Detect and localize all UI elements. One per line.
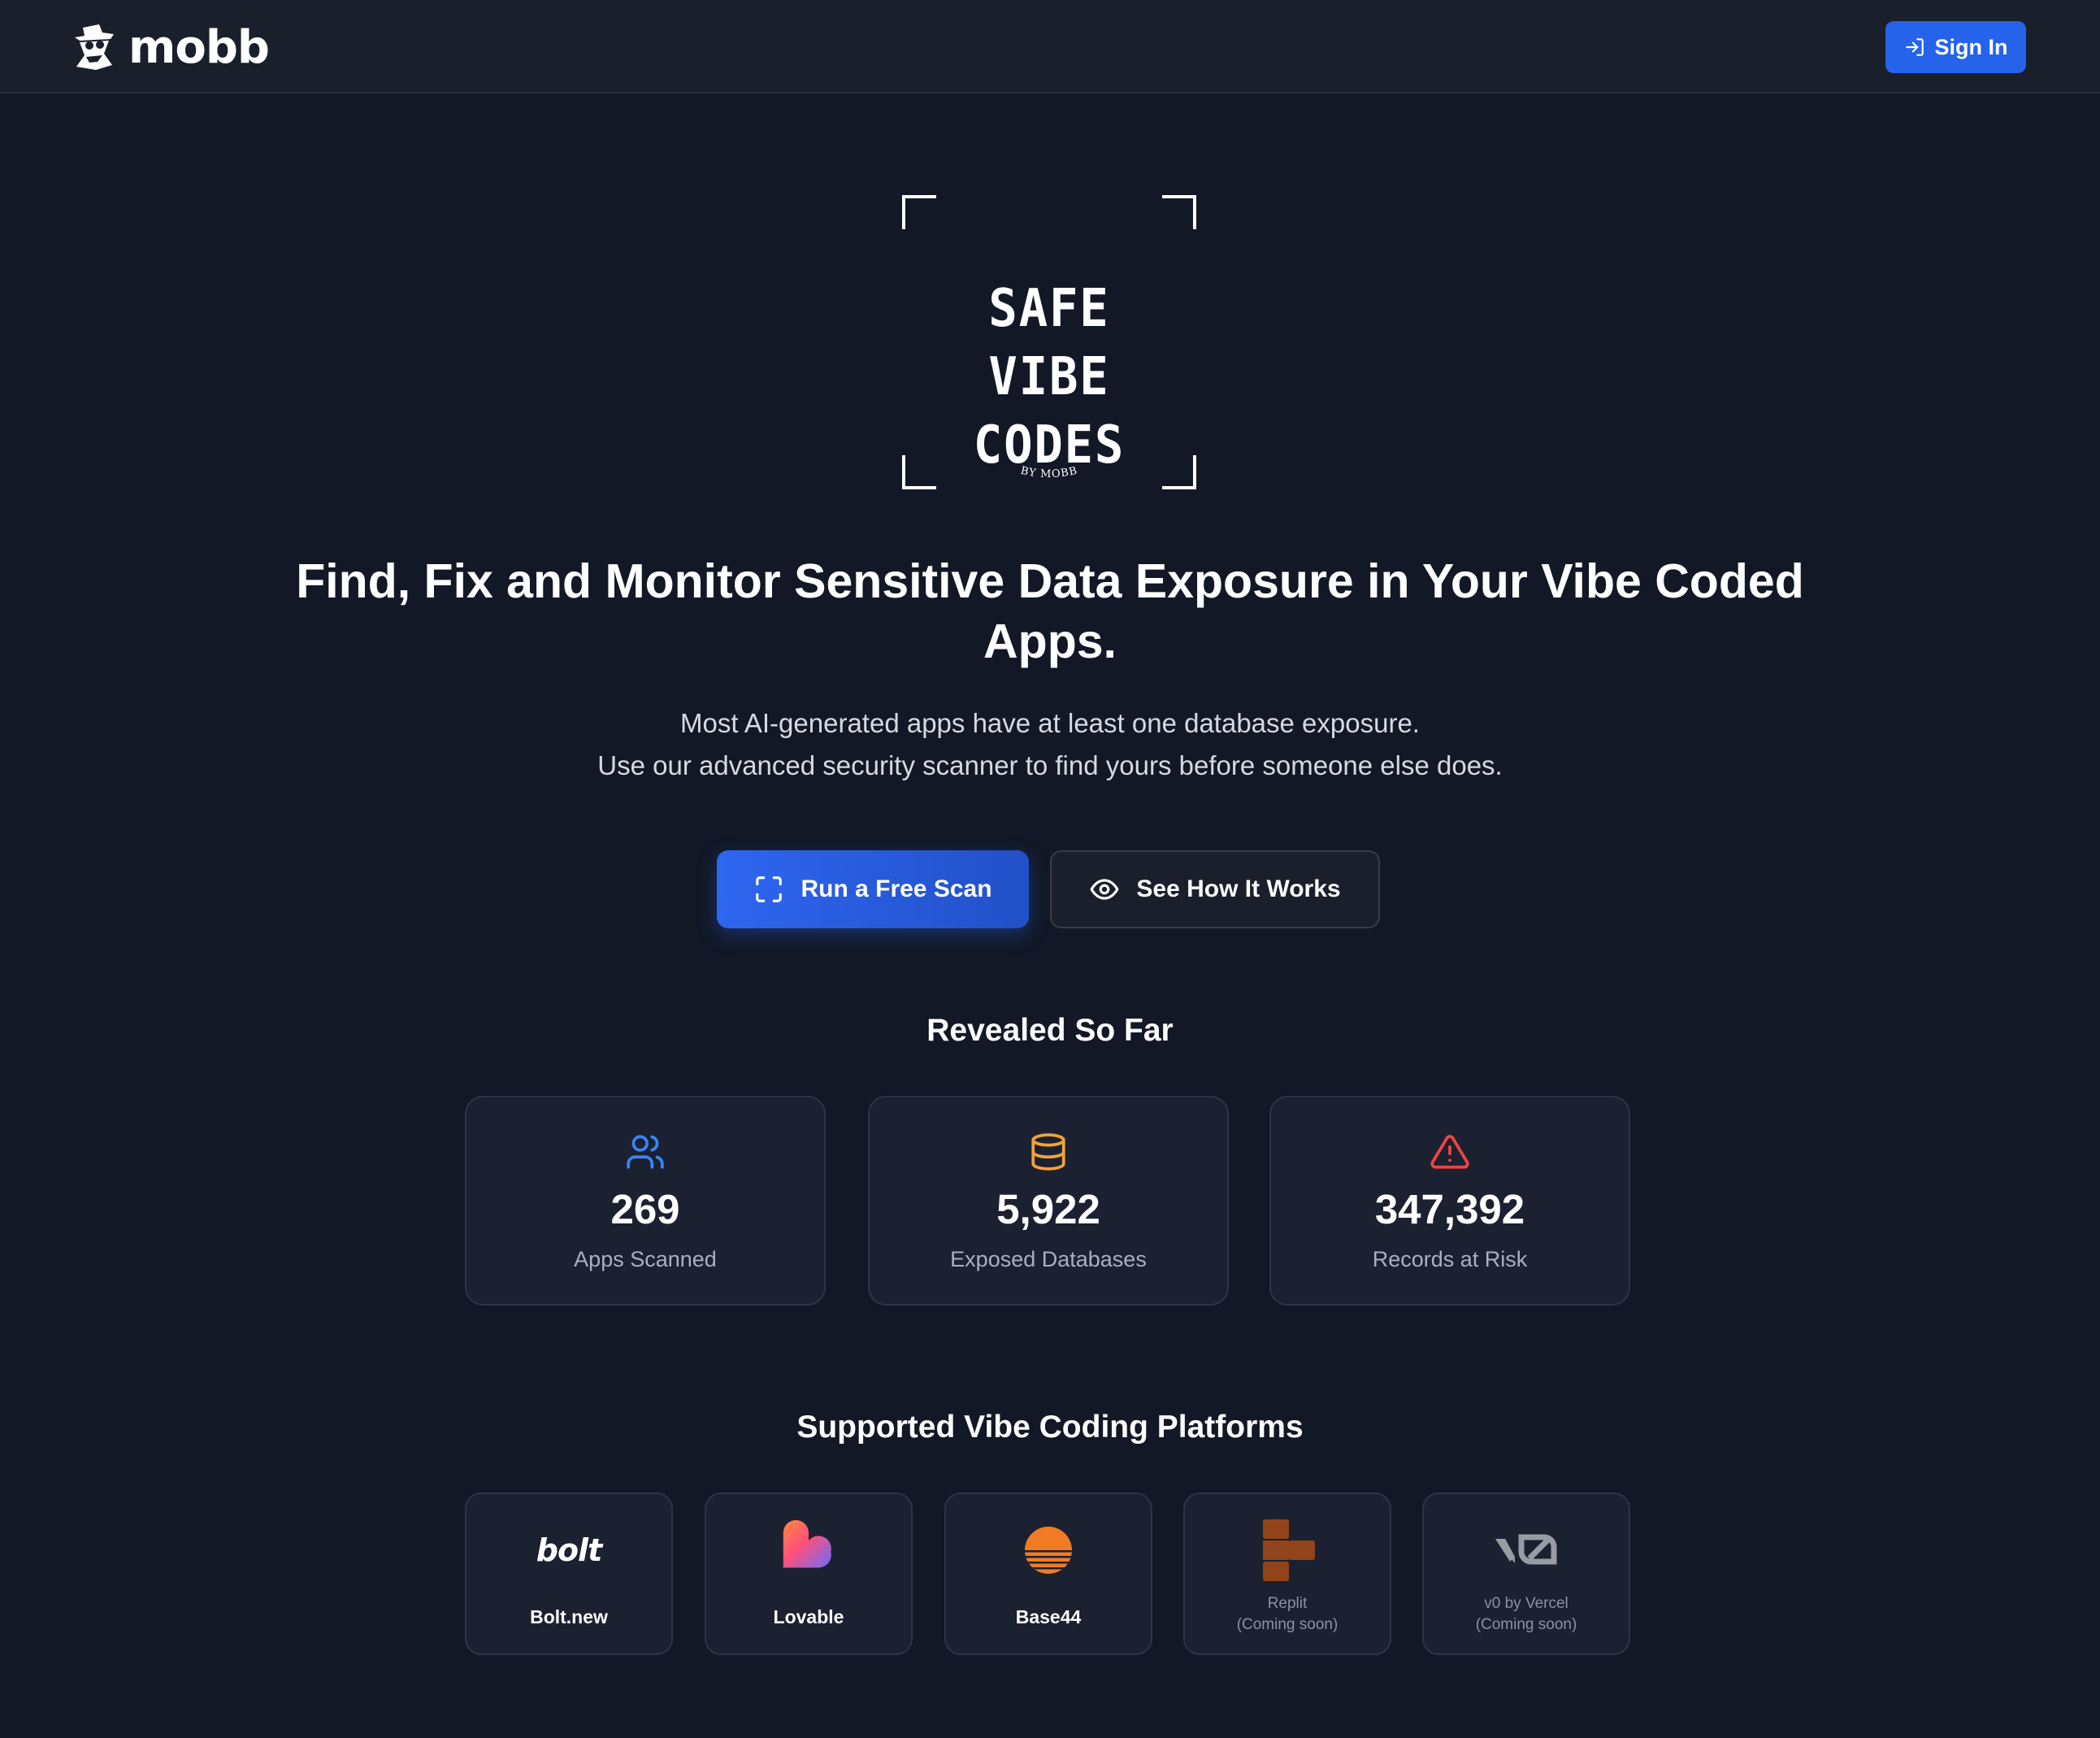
platform-name-text: Replit — [1267, 1595, 1308, 1612]
sign-in-label: Sign In — [1934, 34, 2008, 59]
see-how-it-works-label: See How It Works — [1136, 876, 1341, 902]
logo-byline: BY MOBB — [1019, 465, 1078, 480]
hero-subline-2: Use our advanced security scanner to fin… — [597, 750, 1503, 780]
v0-logo-icon — [1490, 1514, 1563, 1587]
safe-vibe-codes-logo: SAFE VIBE CODES BY MOBB — [902, 195, 1196, 489]
platform-status: (Coming soon) — [1475, 1616, 1577, 1633]
users-icon — [627, 1135, 664, 1169]
logo-wordmark: mobb — [128, 21, 270, 74]
platform-name: Base44 — [1015, 1606, 1082, 1627]
platform-card-bolt[interactable]: bolt Bolt.new — [465, 1493, 673, 1655]
bolt-logo-icon: bolt — [536, 1532, 602, 1568]
hero-headline: Find, Fix and Monitor Sensitive Data Exp… — [296, 554, 1804, 668]
sign-in-icon — [1905, 38, 1924, 56]
platform-name: Lovable — [773, 1606, 844, 1627]
lovable-logo-icon — [772, 1514, 845, 1587]
stat-value: 269 — [610, 1186, 680, 1232]
platforms-title: Supported Vibe Coding Platforms — [796, 1410, 1304, 1445]
stats-title: Revealed So Far — [926, 1013, 1174, 1048]
platform-name-text: v0 by Vercel — [1484, 1595, 1568, 1612]
svg-text:BY MOBB: BY MOBB — [1019, 465, 1078, 480]
stat-value: 347,392 — [1374, 1186, 1525, 1232]
top-nav: mobb Sign In — [0, 0, 2100, 93]
logo-title: SAFE VIBE CODES — [973, 279, 1126, 476]
scan-icon — [756, 876, 783, 902]
alert-triangle-icon — [1430, 1135, 1469, 1169]
base44-logo-icon — [1012, 1514, 1085, 1587]
stat-label: Apps Scanned — [574, 1247, 717, 1271]
stat-value: 5,922 — [996, 1186, 1100, 1232]
sign-in-button[interactable]: Sign In — [1885, 21, 2026, 73]
platform-name: v0 by Vercel (Coming soon) — [1424, 1593, 1629, 1636]
stat-label: Records at Risk — [1372, 1247, 1528, 1271]
database-icon — [1031, 1133, 1065, 1171]
stat-label: Exposed Databases — [950, 1247, 1147, 1271]
run-free-scan-label: Run a Free Scan — [801, 876, 992, 902]
platform-card-base44[interactable]: Base44 — [944, 1493, 1152, 1655]
stat-card-exposed-databases: 5,922 Exposed Databases — [868, 1096, 1229, 1306]
platform-name: Bolt.new — [530, 1606, 608, 1627]
platform-card-v0: v0 by Vercel (Coming soon) — [1422, 1493, 1630, 1655]
platform-card-replit: Replit (Coming soon) — [1183, 1493, 1391, 1655]
stat-card-apps-scanned: 269 Apps Scanned — [465, 1096, 826, 1306]
eye-icon — [1090, 879, 1119, 900]
frame-corner-top-right — [1162, 195, 1196, 229]
platform-status: (Coming soon) — [1236, 1616, 1339, 1633]
run-free-scan-button[interactable]: Run a Free Scan — [717, 850, 1029, 928]
stat-card-records-at-risk: 347,392 Records at Risk — [1269, 1096, 1630, 1306]
frame-corner-top-left — [902, 195, 936, 229]
hero-subline-1: Most AI-generated apps have at least one… — [680, 708, 1420, 738]
replit-logo-icon — [1251, 1514, 1324, 1587]
see-how-it-works-button[interactable]: See How It Works — [1050, 850, 1380, 928]
platform-name: Replit (Coming soon) — [1185, 1593, 1390, 1636]
mobb-logo[interactable]: mobb — [68, 20, 270, 76]
spy-hat-icon — [75, 24, 114, 70]
platform-card-lovable[interactable]: Lovable — [705, 1493, 913, 1655]
